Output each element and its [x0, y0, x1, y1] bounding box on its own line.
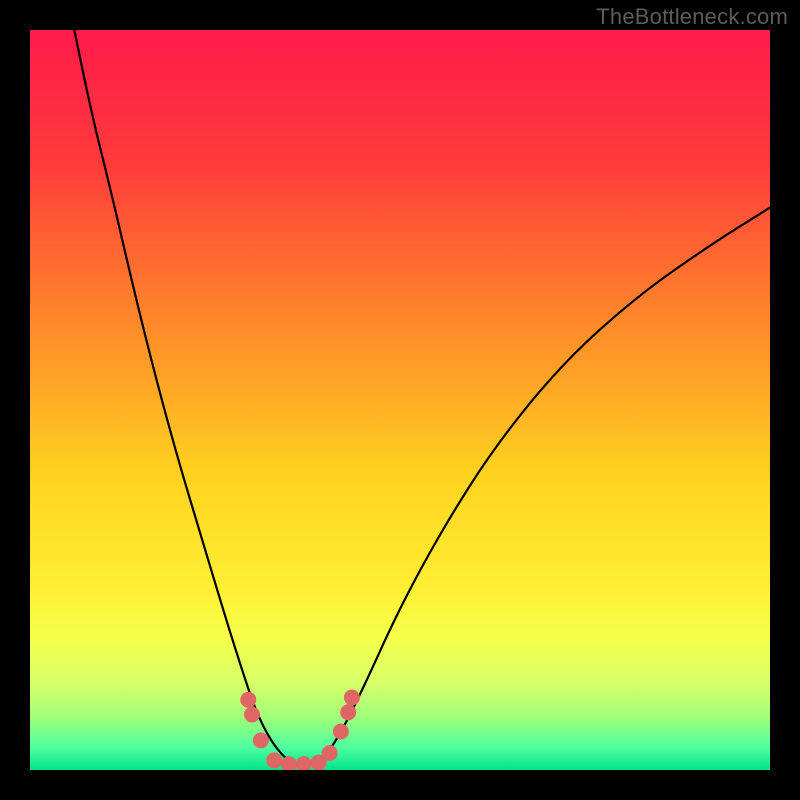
valley-dot-8: [333, 724, 349, 740]
bottleneck-chart: [0, 0, 800, 800]
valley-dot-5: [296, 756, 312, 772]
valley-dot-0: [240, 692, 256, 708]
valley-dot-7: [322, 745, 338, 761]
valley-dot-10: [344, 690, 360, 706]
watermark-text: TheBottleneck.com: [596, 4, 788, 30]
valley-dot-3: [266, 752, 282, 768]
valley-dot-2: [253, 732, 269, 748]
chart-stage: TheBottleneck.com: [0, 0, 800, 800]
valley-dot-1: [244, 707, 260, 723]
plot-area: [30, 30, 770, 770]
valley-dot-4: [281, 756, 297, 772]
valley-dot-9: [340, 704, 356, 720]
